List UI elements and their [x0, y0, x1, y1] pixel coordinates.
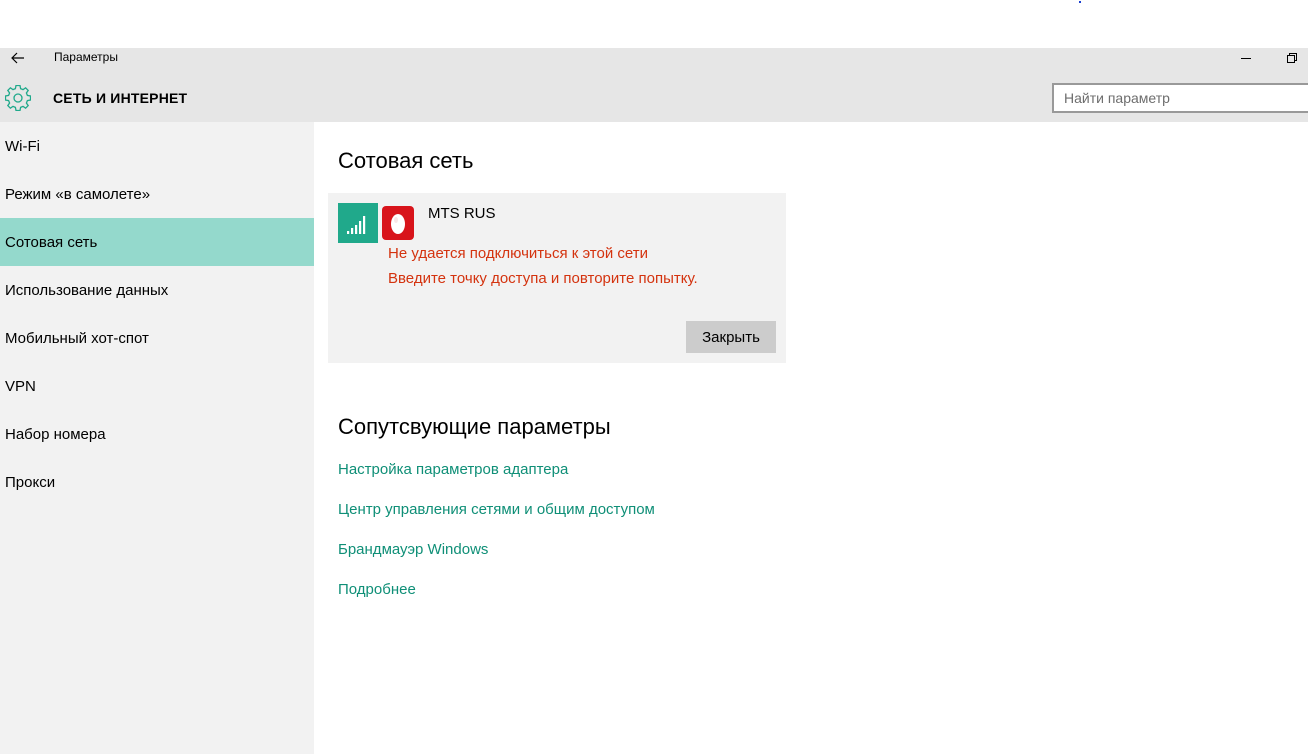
main-content: Сотовая сеть MTS RUS Не удается подключи… [314, 122, 1308, 754]
sidebar-item-dial-up[interactable]: Набор номера [0, 410, 314, 458]
error-message: Не удается подключиться к этой сети [388, 245, 648, 262]
signal-bars-icon [347, 216, 366, 234]
sidebar-item-label: Мобильный хот-спот [5, 329, 149, 347]
close-button[interactable]: Закрыть [686, 321, 776, 353]
settings-header: СЕТЬ И ИНТЕРНЕТ [0, 68, 1308, 122]
restore-button[interactable] [1282, 49, 1302, 67]
signal-tile [338, 203, 378, 243]
network-card[interactable]: MTS RUS Не удается подключиться к этой с… [328, 193, 786, 363]
sidebar-item-data-usage[interactable]: Использование данных [0, 266, 314, 314]
sidebar-item-proxy[interactable]: Прокси [0, 458, 314, 506]
section-title: СЕТЬ И ИНТЕРНЕТ [53, 90, 188, 106]
page-title: Сотовая сеть [338, 148, 474, 173]
windows-firewall-link[interactable]: Брандмауэр Windows [338, 541, 488, 558]
sidebar-item-label: Wi-Fi [5, 137, 40, 155]
adapter-settings-link[interactable]: Настройка параметров адаптера [338, 461, 568, 478]
network-sharing-center-link[interactable]: Центр управления сетями и общим доступом [338, 501, 655, 518]
back-button[interactable] [8, 49, 28, 67]
related-settings-title: Сопутсвующие параметры [338, 414, 611, 439]
gear-icon [5, 85, 31, 111]
app-title: Параметры [54, 50, 118, 64]
desktop-strip [0, 0, 1308, 48]
sidebar-item-label: Режим «в самолете» [5, 185, 151, 203]
search-input[interactable] [1054, 85, 1308, 111]
sidebar-nav: Wi-Fi Режим «в самолете» Сотовая сеть Ис… [0, 122, 314, 754]
minimize-button[interactable] [1236, 49, 1256, 67]
mts-egg-logo-icon [382, 206, 414, 240]
more-info-link[interactable]: Подробнее [338, 581, 416, 598]
minimize-icon [1241, 58, 1251, 59]
sidebar-item-mobile-hotspot[interactable]: Мобильный хот-спот [0, 314, 314, 362]
sidebar-item-label: Набор номера [5, 425, 106, 443]
operator-name: MTS RUS [428, 205, 496, 222]
title-bar: Параметры [0, 48, 1308, 68]
sidebar-item-cellular[interactable]: Сотовая сеть [0, 218, 314, 266]
sidebar-item-wifi[interactable]: Wi-Fi [0, 122, 314, 170]
stray-pixel [1079, 1, 1081, 3]
restore-icon [1287, 53, 1297, 63]
sidebar-item-label: Прокси [5, 473, 56, 491]
sidebar-item-vpn[interactable]: VPN [0, 362, 314, 410]
sidebar-item-airplane-mode[interactable]: Режим «в самолете» [0, 170, 314, 218]
sidebar-item-label: VPN [5, 377, 36, 395]
sidebar-item-label: Сотовая сеть [5, 233, 98, 251]
sidebar-item-label: Использование данных [5, 281, 169, 299]
error-hint: Введите точку доступа и повторите попытк… [388, 270, 698, 287]
back-arrow-icon [11, 52, 24, 64]
search-box[interactable] [1052, 83, 1308, 113]
